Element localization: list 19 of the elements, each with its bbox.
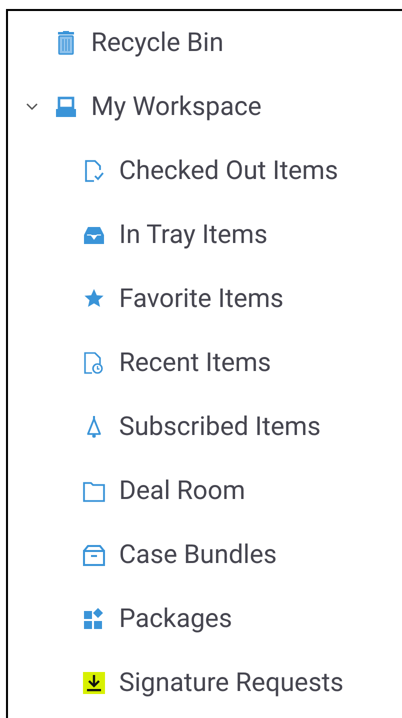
tree-item[interactable]: Signature Requests xyxy=(119,670,344,696)
tree-item[interactable]: Deal Room xyxy=(119,478,246,504)
tree-item[interactable]: Recycle Bin xyxy=(91,30,224,56)
document-clock-icon xyxy=(83,351,105,375)
tree-item[interactable]: Packages xyxy=(119,606,232,632)
tree-item[interactable]: Subscribed Items xyxy=(119,414,321,440)
download-icon xyxy=(83,671,105,695)
tree-item[interactable]: In Tray Items xyxy=(119,222,268,248)
tree-item[interactable]: My Workspace xyxy=(91,94,262,120)
tree-item[interactable]: Case Bundles xyxy=(119,542,277,568)
computer-icon xyxy=(55,95,77,119)
folder-icon xyxy=(83,479,105,503)
trash-icon xyxy=(55,31,77,55)
document-check-icon xyxy=(83,159,105,183)
widgets-icon xyxy=(83,607,105,631)
box-icon xyxy=(83,543,105,567)
tree-item[interactable]: Favorite Items xyxy=(119,286,284,312)
tree-item[interactable]: Recent Items xyxy=(119,350,272,376)
tree-item[interactable]: Checked Out Items xyxy=(119,158,338,184)
